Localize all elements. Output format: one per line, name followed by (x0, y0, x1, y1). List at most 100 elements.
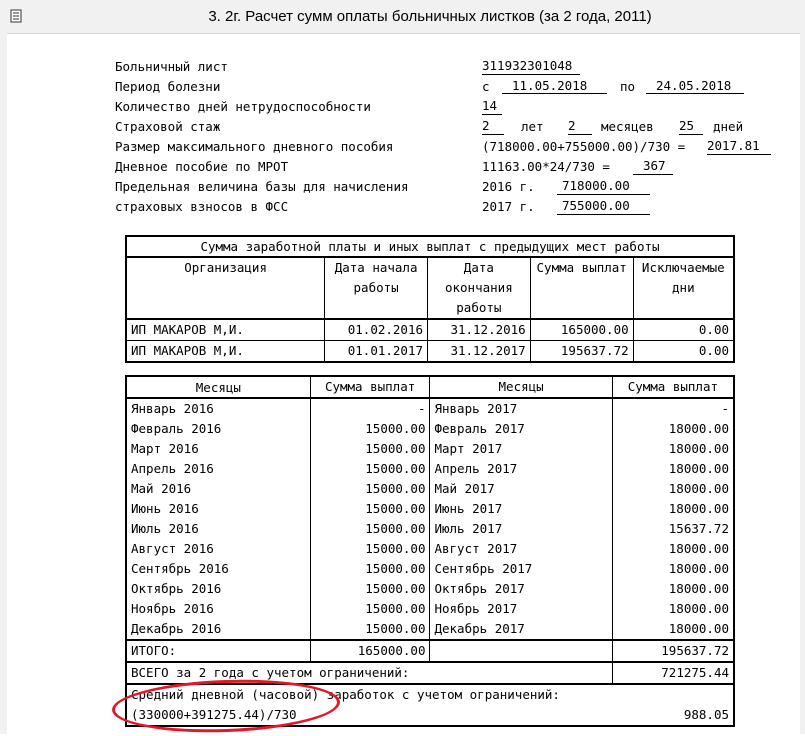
month-name: Май 2017 (429, 479, 613, 499)
sick-leave-label: Больничный лист (115, 59, 228, 74)
window-frame-right (800, 33, 805, 734)
table-cell: 0.00 (698, 343, 729, 358)
window-frame-left (0, 33, 7, 734)
base-limit-label-1: Предельная величина базы для начисления (115, 179, 409, 194)
table-cell: 165000.00 (530, 319, 634, 341)
year2-value: 755000.00 (557, 198, 650, 215)
month-name: Апрель 2017 (429, 459, 613, 479)
sick-leave-number: 311932301048 (482, 58, 580, 75)
month-sum: 18000.00 (668, 481, 729, 496)
mrot-formula: 11163.00*24/730 = (482, 159, 610, 174)
month-row: Июль 2016 15000.00 Июль 2017 15637.72 (126, 519, 734, 539)
months-table: Месяцы Сумма выплат Месяцы Сумма выплат … (125, 375, 735, 727)
month-sum: 15000.00 (310, 619, 431, 640)
days-field: 14 (482, 98, 502, 115)
month-name: Январь 2016 (126, 398, 311, 419)
total-2016: 165000.00 (310, 640, 431, 662)
month-name: Октябрь 2016 (126, 579, 311, 599)
total-2017: 195637.72 (661, 643, 729, 658)
month-sum: - (310, 398, 431, 419)
month-name: Июль 2017 (429, 519, 613, 539)
table-cell: 31.12.2017 (427, 340, 531, 362)
month-sum: 15000.00 (310, 419, 431, 439)
max-daily-label: Размер максимального дневного пособия (115, 139, 394, 154)
month-sum: 15000.00 (310, 479, 431, 499)
table-cell: ИП МАКАРОВ М,И. (126, 340, 326, 362)
month-name: Февраль 2016 (126, 419, 311, 439)
year1-value: 718000.00 (557, 178, 650, 195)
month-name: Январь 2017 (429, 398, 613, 419)
month-sum: 15000.00 (310, 519, 431, 539)
month-sum: 18000.00 (668, 561, 729, 576)
col-payment-sum: Сумма выплат (530, 257, 634, 319)
month-name: Ноябрь 2017 (429, 599, 613, 619)
window-title: 3. 2г. Расчет сумм оплаты больничных лис… (208, 8, 652, 25)
month-row: Апрель 2016 15000.00 Апрель 2017 18000.00 (126, 459, 734, 479)
month-name: Август 2017 (429, 539, 613, 559)
exp-years-unit: лет (521, 119, 544, 134)
period-from-prefix: с (482, 79, 490, 94)
table-cell: 01.02.2016 (324, 319, 429, 341)
month-sum: 18000.00 (668, 441, 729, 456)
month-name: Июнь 2017 (429, 499, 613, 519)
col-end-date: Дата окончания работы (427, 257, 531, 319)
total-row: ИТОГО: 165000.00 195637.72 (126, 640, 734, 662)
month-sum: 18000.00 (668, 621, 729, 636)
col-excluded-days: Исключаемые дни (641, 260, 725, 295)
month-sum: 18000.00 (668, 461, 729, 476)
month-row: Сентябрь 2016 15000.00 Сентябрь 2017 18000.… (126, 559, 734, 579)
period-to-field: 24.05.2018 (646, 78, 744, 94)
month-row: Январь 2016- Январь 2017- (126, 398, 734, 419)
month-sum: 18000.00 (668, 601, 729, 616)
month-row: Октябрь 2016 15000.00 Октябрь 2017 18000.00 (126, 579, 734, 599)
month-sum: 18000.00 (668, 581, 729, 596)
year2-label: 2017 г. (482, 199, 535, 214)
period-to-prefix: по (620, 79, 636, 94)
col-organization: Организация (126, 257, 326, 319)
month-name: Июнь 2016 (126, 499, 311, 519)
month-name: Апрель 2016 (126, 459, 311, 479)
month-name: Сентябрь 2017 (429, 559, 613, 579)
prev-jobs-title: Сумма заработной платы и иных выплат с п… (200, 239, 660, 254)
year1-label: 2016 г. (482, 179, 535, 194)
month-sum: 18000.00 (668, 501, 729, 516)
base-limit-label-2: страховых взносов в ФСС (115, 199, 289, 214)
month-sum: 15000.00 (310, 459, 431, 479)
month-sum: 15637.72 (668, 521, 729, 536)
table-cell: 195637.72 (530, 340, 634, 362)
month-name: Декабрь 2016 (126, 619, 311, 640)
prev-jobs-table: Сумма заработной платы и иных выплат с п… (125, 235, 735, 363)
month-name: Март 2016 (126, 439, 311, 459)
month-name: Сентябрь 2016 (126, 559, 311, 579)
avg-value: 988.05 (683, 707, 729, 722)
month-sum: 15000.00 (310, 559, 431, 579)
period-from-field: 11.05.2018 (502, 78, 607, 94)
col-sum-2016: Сумма выплат (310, 376, 431, 398)
month-row: Февраль 2016 15000.00 Февраль 2017 18000.00 (126, 419, 734, 439)
col-start-date: Дата начала работы (324, 257, 429, 319)
col-sum-2017: Сумма выплат (627, 379, 718, 394)
month-name: Август 2016 (126, 539, 311, 559)
month-sum: 15000.00 (310, 599, 431, 619)
max-daily-formula: (718000.00+755000.00)/730 = (482, 139, 686, 154)
days-label: Количество дней нетрудоспособности (115, 99, 371, 114)
col-months-2017: Месяцы (429, 376, 613, 398)
month-row: Май 2016 15000.00 Май 2017 18000.00 (126, 479, 734, 499)
mrot-value: 367 (633, 158, 673, 175)
table-cell: 31.12.2016 (427, 319, 531, 341)
month-name: Март 2017 (429, 439, 613, 459)
table-row: ИП МАКАРОВ М,И. 01.02.2016 31.12.2016 16… (126, 319, 734, 341)
month-row: Июнь 2016 15000.00 Июнь 2017 18000.00 (126, 499, 734, 519)
window-titlebar: 3. 2г. Расчет сумм оплаты больничных лис… (0, 0, 805, 34)
month-row: Март 2016 15000.00 Март 2017 18000.00 (126, 439, 734, 459)
month-name: Февраль 2017 (429, 419, 613, 439)
exp-months-unit: месяцев (601, 119, 654, 134)
month-row: Август 2016 15000.00 Август 2017 18000.00 (126, 539, 734, 559)
experience-label: Страховой стаж (115, 119, 221, 134)
total-label: ИТОГО: (126, 640, 311, 662)
mrot-label: Дневное пособие по МРОТ (115, 159, 289, 174)
max-daily-value: 2017.81 (707, 138, 771, 155)
period-label: Период болезни (115, 79, 221, 94)
table-cell: 0.00 (698, 322, 729, 337)
month-sum: 15000.00 (310, 539, 431, 559)
